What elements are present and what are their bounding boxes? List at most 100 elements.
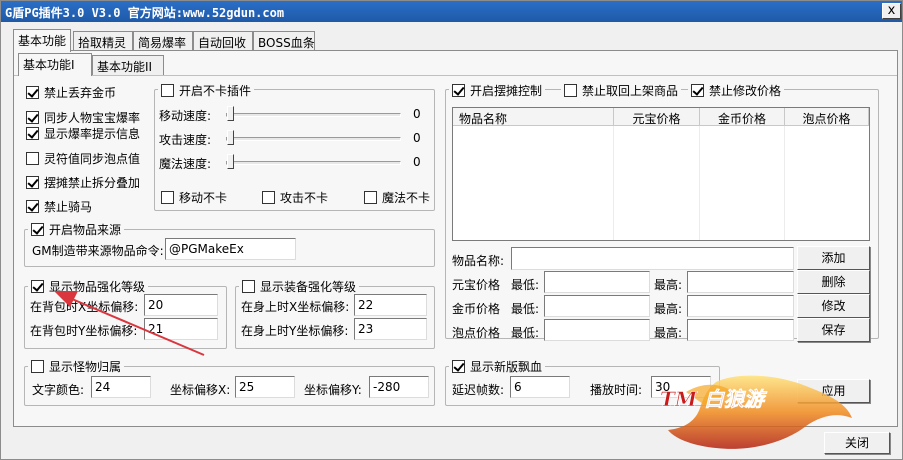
points-min-label: 最低: <box>511 326 540 340</box>
check-label: 开启摆摊控制 <box>470 84 543 98</box>
slider-label-magic: 魔法速度: <box>159 157 212 171</box>
tab-auto-recycle[interactable]: 自动回收 <box>193 31 253 51</box>
slider-value-magic: 0 <box>413 155 421 169</box>
yuanbao-min-label: 最低: <box>511 278 540 292</box>
offset-x-label: 坐标偏移X: <box>170 383 231 397</box>
gold-max-input[interactable] <box>687 295 794 317</box>
slider-move-speed[interactable] <box>226 113 401 117</box>
delay-frames-input[interactable]: 6 <box>510 376 570 398</box>
gold-max-label: 最高: <box>654 302 683 316</box>
window-title: G盾PG插件3.0 V3.0 官方网站:www.52gdun.com <box>5 6 285 20</box>
gm-cmd-input[interactable]: @PGMakeEx <box>165 238 296 260</box>
group-title: 开启不卡插件 <box>179 84 252 98</box>
col-header-name[interactable]: 物品名称 <box>453 108 614 126</box>
check-show-drop-tip[interactable]: 显示爆率提示信息 <box>26 125 140 142</box>
tab-boss-hp[interactable]: BOSS血条 <box>253 31 315 51</box>
check-no-price-edit[interactable]: 禁止修改价格 <box>688 82 785 99</box>
check-label: 显示爆率提示信息 <box>44 127 141 141</box>
slider-label-move: 移动速度: <box>159 109 212 123</box>
checkbox-icon <box>691 84 704 97</box>
slider-thumb[interactable] <box>227 154 234 169</box>
checkbox-icon <box>26 200 39 213</box>
close-button[interactable]: 关闭 <box>824 432 890 454</box>
nokadun-toggle[interactable]: 开启不卡插件 <box>158 82 255 99</box>
col-header-gold[interactable]: 金币价格 <box>700 108 785 126</box>
tab-basic[interactable]: 基本功能 <box>13 29 71 52</box>
edit-button[interactable]: 修改 <box>797 294 870 318</box>
checkbox-icon <box>26 152 39 165</box>
annotation-arrow <box>54 291 205 356</box>
body-x-input[interactable]: 22 <box>354 294 427 316</box>
save-button[interactable]: 保存 <box>797 318 870 342</box>
close-icon: x <box>887 3 896 18</box>
points-min-input[interactable] <box>544 319 650 341</box>
group-title: 开启物品来源 <box>49 223 122 237</box>
item-name-input[interactable] <box>511 247 794 270</box>
col-header-points[interactable]: 泡点价格 <box>785 108 869 126</box>
slider-thumb[interactable] <box>227 130 234 145</box>
check-label: 禁止丢弃金币 <box>44 86 117 100</box>
checkbox-icon <box>31 223 44 236</box>
subtab-basic-2[interactable]: 基本功能II <box>92 55 164 75</box>
text-color-input[interactable]: 24 <box>91 376 151 398</box>
check-stall-no-split[interactable]: 摆摊禁止拆分叠加 <box>26 174 140 191</box>
check-label: 禁止取回上架商品 <box>582 84 679 98</box>
offset-x-input[interactable]: 25 <box>235 376 295 398</box>
checkbox-icon <box>262 191 275 204</box>
equip-enhance-toggle[interactable]: 显示装备强化等级 <box>239 278 360 295</box>
slider-attack-speed[interactable] <box>226 137 401 141</box>
checkbox-icon <box>31 360 44 373</box>
check-magic-nolag[interactable]: 魔法不卡 <box>364 189 430 206</box>
logo-text: TM 白狼游 <box>660 387 768 411</box>
check-stall-control[interactable]: 开启摆摊控制 <box>449 82 546 99</box>
checkbox-icon <box>26 111 39 124</box>
check-no-horse[interactable]: 禁止骑马 <box>26 198 92 215</box>
slider-thumb[interactable] <box>227 106 234 121</box>
item-source-toggle[interactable]: 开启物品来源 <box>28 221 125 238</box>
offset-y-input[interactable]: -280 <box>369 376 429 398</box>
check-label: 攻击不卡 <box>280 191 329 205</box>
add-button[interactable]: 添加 <box>797 246 870 270</box>
checkbox-icon <box>26 176 39 189</box>
check-move-nolag[interactable]: 移动不卡 <box>161 189 227 206</box>
check-label: 同步人物宝宝爆率 <box>44 111 141 125</box>
yuanbao-max-input[interactable] <box>687 271 794 293</box>
tab-pickup[interactable]: 拾取精灵 <box>73 31 133 51</box>
check-no-drop-gold[interactable]: 禁止丢弃金币 <box>26 84 116 101</box>
tab-simple-drop[interactable]: 简易爆率 <box>133 31 193 51</box>
points-max-input[interactable] <box>687 319 794 341</box>
delete-button[interactable]: 删除 <box>797 270 870 294</box>
checkbox-icon <box>26 86 39 99</box>
checkbox-icon <box>452 84 465 97</box>
yuanbao-max-label: 最高: <box>654 278 683 292</box>
checkbox-icon <box>452 360 465 373</box>
slider-label-attack: 攻击速度: <box>159 133 212 147</box>
check-sync-pet-drop[interactable]: 同步人物宝宝爆率 <box>26 109 140 126</box>
gold-min-input[interactable] <box>544 295 650 317</box>
slider-value-attack: 0 <box>413 131 421 145</box>
check-label: 灵符值同步泡点值 <box>44 152 141 166</box>
title-bar: G盾PG插件3.0 V3.0 官方网站:www.52gdun.com x <box>1 1 902 22</box>
slider-magic-speed[interactable] <box>226 161 401 165</box>
play-time-label: 播放时间: <box>590 383 643 397</box>
window-close-button[interactable]: x <box>882 3 901 19</box>
col-header-yuanbao[interactable]: 元宝价格 <box>614 108 700 126</box>
check-no-retrieve[interactable]: 禁止取回上架商品 <box>561 82 682 99</box>
subtab-basic-1[interactable]: 基本功能I <box>18 53 92 76</box>
stall-item-list[interactable]: 物品名称 元宝价格 金币价格 泡点价格 <box>452 107 870 241</box>
body-x-label: 在身上时X坐标偏移: <box>241 300 350 314</box>
gold-min-label: 最低: <box>511 302 540 316</box>
blood-toggle[interactable]: 显示新版飘血 <box>449 358 546 375</box>
check-attack-nolag[interactable]: 攻击不卡 <box>262 189 328 206</box>
checkbox-icon <box>26 127 39 140</box>
check-label: 摆摊禁止拆分叠加 <box>44 176 141 190</box>
item-name-label: 物品名称: <box>452 254 505 268</box>
check-label: 禁止修改价格 <box>709 84 782 98</box>
check-talisman-sync[interactable]: 灵符值同步泡点值 <box>26 150 140 167</box>
group-title: 显示怪物归属 <box>49 360 122 374</box>
slider-value-move: 0 <box>413 107 421 121</box>
checkbox-icon <box>161 84 174 97</box>
monster-owner-toggle[interactable]: 显示怪物归属 <box>28 358 125 375</box>
body-y-input[interactable]: 23 <box>354 318 427 340</box>
yuanbao-min-input[interactable] <box>544 271 650 293</box>
